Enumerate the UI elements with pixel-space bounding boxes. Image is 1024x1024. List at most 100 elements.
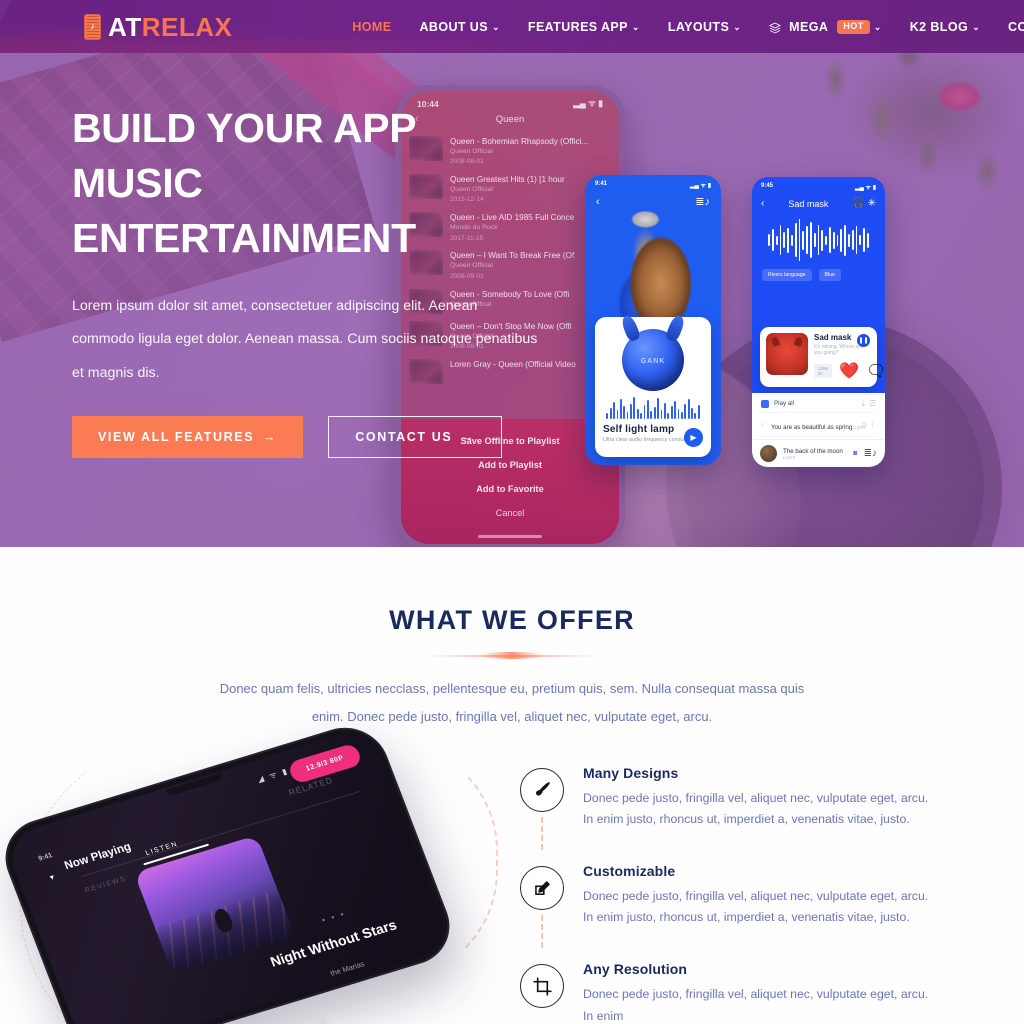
hero-content: BUILD YOUR APP MUSIC ENTERTAINMENT Lorem… — [72, 101, 542, 458]
offer-title: WHAT WE OFFER — [389, 605, 635, 635]
music-player-logo-icon: ♪ — [84, 13, 101, 40]
site-header: ♪ ATRELAX HOME ABOUT US ⌄ FEATURES APP ⌄… — [0, 0, 1024, 53]
track-name: You are as beautiful as spring — [771, 423, 853, 431]
logo-mark-glyph: ♪ — [90, 21, 95, 31]
filter-chips: Rivers language Blue — [752, 263, 885, 291]
track-play-icon[interactable]: ⊙ ⋮ — [861, 421, 876, 429]
home-indicator — [478, 535, 542, 538]
chip-rivers-language[interactable]: Rivers language — [762, 269, 812, 281]
heart-icon[interactable]: ❤️ — [839, 361, 859, 381]
card-tag: 1366 M — [814, 364, 833, 378]
offer-body: 9:41 ◢ ᯤ ▮ 12.9/3 80P ▾ Now Playing RELA… — [0, 717, 1024, 1024]
nav-label-home: HOME — [352, 19, 392, 34]
more-dots-icon: • • • — [320, 908, 348, 926]
status-signal-icons: ▂▄ ᯤ ▮ — [690, 183, 711, 189]
audio-waveform — [752, 213, 885, 263]
feature-item-customizable: Customizable Donec pede justo, fringilla… — [520, 863, 968, 949]
nav-label-contact: CONTACT — [1008, 19, 1024, 34]
logo-text: ATRELAX — [108, 14, 232, 40]
hero-phone-blue-left: 9:41 ▂▄ ᯤ ▮ ‹ ≣♪ GANK Self light lamp Ul… — [585, 175, 721, 465]
status-signal-icons: ▂▄ ᯤ ▮ — [855, 185, 876, 191]
pause-button-icon[interactable]: ❚❚ — [857, 334, 870, 347]
queue-icon[interactable]: ≣♪ — [864, 448, 877, 459]
headphone-bluetooth-icons: 🎧 ✳ — [852, 198, 876, 209]
pause-icon[interactable]: ⏸ — [853, 448, 858, 459]
hero-buttons: VIEW ALL FEATURES → CONTACT US → — [72, 415, 542, 458]
nav-item-features-app[interactable]: FEATURES APP ⌄ — [514, 1, 654, 53]
offer-feature-list: Many Designs Donec pede justo, fringilla… — [520, 761, 1024, 1024]
audio-waveform — [603, 395, 703, 419]
now-playing-card: Sad mask It's raining. Where are you goi… — [760, 327, 885, 387]
comment-icon[interactable]: 🗨 — [866, 361, 885, 381]
nav-item-about-us[interactable]: ABOUT US ⌄ — [405, 1, 513, 53]
feature-title: Many Designs — [583, 764, 679, 781]
track-index: 1 — [761, 422, 764, 427]
action-add-favorite: Add to Favorite — [476, 484, 544, 494]
offer-illustration: 9:41 ◢ ᯤ ▮ 12.9/3 80P ▾ Now Playing RELA… — [0, 717, 520, 1024]
main-navigation: HOME ABOUT US ⌄ FEATURES APP ⌄ LAYOUTS ⌄… — [338, 1, 1024, 53]
site-logo[interactable]: ♪ ATRELAX — [84, 13, 232, 40]
nav-item-home[interactable]: HOME — [338, 1, 405, 53]
offer-subtitle: Donec quam felis, ultricies necclass, pe… — [219, 681, 805, 724]
play-all-row[interactable]: Play all ⇣ ☰ — [761, 397, 876, 412]
phone-track-list: Play all ⇣ ☰ 1 You are as beautiful as s… — [752, 393, 885, 461]
mini-player-avatar — [760, 445, 777, 462]
status-time: 9:41 — [595, 181, 608, 187]
arrow-right-icon: → — [461, 429, 476, 444]
mini-player-bar: The back of the moon HZSS ⏸ ≣♪ — [752, 439, 885, 467]
logo-text-relax: RELAX — [141, 11, 233, 42]
track-row: 1 You are as beautiful as springJUOFI ⊙ … — [761, 412, 876, 436]
chip-blue[interactable]: Blue — [818, 269, 841, 281]
chevron-down-icon: ⌄ — [733, 22, 742, 32]
tab-reviews[interactable]: REVIEWS — [84, 875, 128, 894]
hero-heading: BUILD YOUR APP MUSIC ENTERTAINMENT — [72, 105, 416, 261]
list-options-icon[interactable]: ⇣ ☰ — [860, 399, 876, 408]
contact-us-button[interactable]: CONTACT US → — [328, 415, 503, 458]
status-time: 9:41 — [37, 851, 54, 863]
view-all-features-button[interactable]: VIEW ALL FEATURES → — [72, 415, 304, 458]
hero-section: 10:44 ▂▄ ᯤ ▮ ‹ Queen + Queen - Bohemian … — [0, 53, 1024, 547]
nav-label-about-us: ABOUT US — [419, 19, 488, 34]
what-we-offer-section: WHAT WE OFFER Donec quam felis, ultricie… — [0, 547, 1024, 1024]
feature-title: Any Resolution — [583, 961, 688, 978]
back-arrow-icon: ‹ — [761, 198, 765, 209]
nav-item-mega[interactable]: MEGA HOT ⌄ — [755, 1, 896, 53]
play-button-icon[interactable]: ▶ — [684, 428, 703, 447]
phone-nav-bar: ‹ Sad mask 🎧 ✳ — [752, 191, 885, 213]
chevron-down-icon: ⌄ — [631, 22, 640, 32]
nav-label-k2-blog: K2 BLOG — [909, 19, 969, 34]
feature-text: Donec pede justo, fringilla vel, aliquet… — [583, 790, 929, 827]
feature-text: Donec pede justo, fringilla vel, aliquet… — [583, 987, 929, 1023]
hero-phone-blue-right: 9:45 ▂▄ ᯤ ▮ ‹ Sad mask 🎧 ✳ Rivers langua… — [752, 177, 885, 467]
now-playing-label: Now Playing — [62, 840, 133, 873]
mini-player-artist: HZSS — [783, 454, 796, 460]
feature-title: Customizable — [583, 863, 676, 880]
dashed-connector — [541, 915, 543, 949]
nav-item-layouts[interactable]: LAYOUTS ⌄ — [654, 1, 755, 53]
edit-square-icon — [520, 866, 564, 911]
now-playing-card: GANK Self light lamp Ultra clear audio f… — [595, 317, 711, 457]
phone-status-bar: 9:41 ▂▄ ᯤ ▮ — [585, 175, 721, 189]
feature-text: Donec pede justo, fringilla vel, aliquet… — [583, 889, 929, 925]
hero-paragraph: Lorem ipsum dolor sit amet, consectetuer… — [72, 297, 538, 381]
chevron-down-icon[interactable]: ▾ — [49, 872, 56, 882]
nav-item-contact[interactable]: CONTACT — [994, 1, 1024, 53]
cube-icon — [769, 21, 782, 33]
chevron-down-icon: ⌄ — [972, 22, 981, 32]
nav-item-k2-blog[interactable]: K2 BLOG ⌄ — [896, 1, 994, 53]
nav-label-mega: MEGA — [789, 19, 829, 34]
play-all-label: Play all — [774, 400, 794, 407]
phone-nav-title: Sad mask — [788, 198, 829, 209]
feature-item-many-designs: Many Designs Donec pede justo, fringilla… — [520, 764, 968, 850]
phone-status-bar: 9:45 ▂▄ ᯤ ▮ — [752, 177, 885, 191]
chevron-down-icon: ⌄ — [873, 22, 882, 32]
play-all-icon — [761, 399, 769, 408]
title-divider-decoration — [427, 651, 597, 661]
view-all-features-label: VIEW ALL FEATURES — [98, 429, 255, 444]
mini-player-title: The back of the moon — [783, 447, 843, 455]
speaker-product-image: GANK — [622, 329, 684, 391]
action-cancel: Cancel — [495, 508, 525, 518]
status-time: 9:45 — [761, 183, 774, 189]
hot-badge: HOT — [837, 19, 870, 34]
arrow-right-icon: → — [263, 429, 278, 444]
